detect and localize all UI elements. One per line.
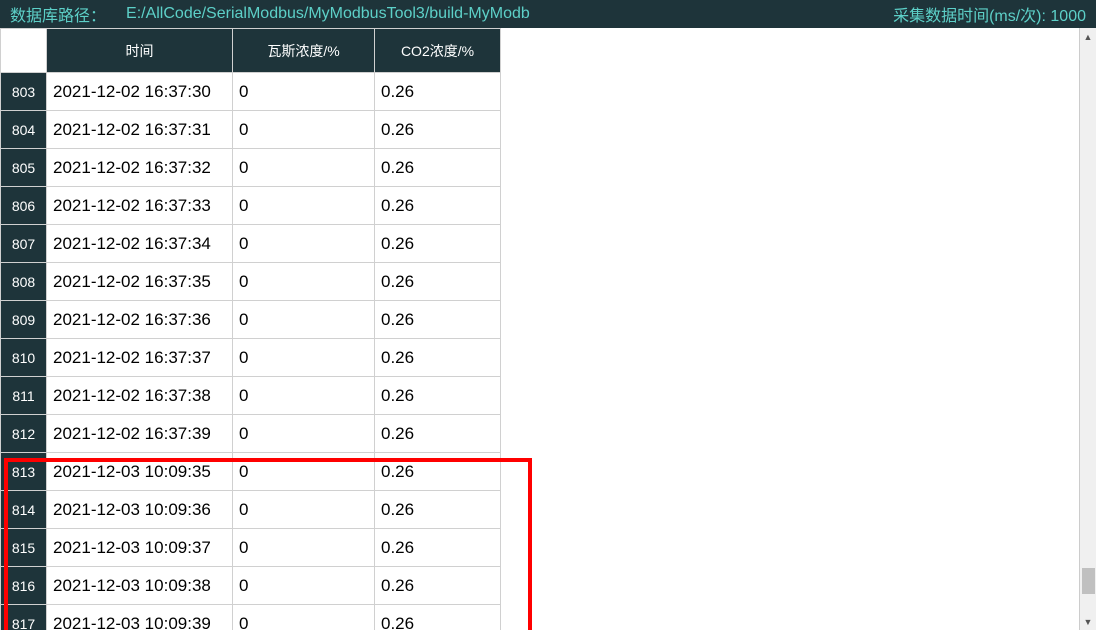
cell-time[interactable]: 2021-12-03 10:09:39 [47, 605, 233, 630]
interval-label-text: 采集数据时间(ms/次): [893, 8, 1046, 25]
header-bar: 数据库路径： E:/AllCode/SerialModbus/MyModbusT… [0, 0, 1096, 28]
row-number-cell[interactable]: 810 [1, 339, 47, 377]
cell-co2[interactable]: 0.26 [375, 187, 501, 225]
cell-gas[interactable]: 0 [233, 567, 375, 605]
cell-time[interactable]: 2021-12-02 16:37:31 [47, 111, 233, 149]
cell-gas[interactable]: 0 [233, 453, 375, 491]
table-row[interactable]: 8132021-12-03 10:09:3500.26 [1, 453, 501, 491]
scroll-up-arrow-icon[interactable]: ▲ [1080, 28, 1096, 45]
cell-time[interactable]: 2021-12-02 16:37:32 [47, 149, 233, 187]
cell-gas[interactable]: 0 [233, 187, 375, 225]
table-row[interactable]: 8142021-12-03 10:09:3600.26 [1, 491, 501, 529]
table-corner-cell [1, 29, 47, 73]
row-number-cell[interactable]: 806 [1, 187, 47, 225]
table-header-row: 时间 瓦斯浓度/% CO2浓度/% [1, 29, 501, 73]
cell-co2[interactable]: 0.26 [375, 377, 501, 415]
table-row[interactable]: 8032021-12-02 16:37:3000.26 [1, 73, 501, 111]
cell-co2[interactable]: 0.26 [375, 225, 501, 263]
row-number-cell[interactable]: 805 [1, 149, 47, 187]
cell-time[interactable]: 2021-12-02 16:37:35 [47, 263, 233, 301]
cell-time[interactable]: 2021-12-03 10:09:35 [47, 453, 233, 491]
row-number-cell[interactable]: 815 [1, 529, 47, 567]
cell-time[interactable]: 2021-12-02 16:37:34 [47, 225, 233, 263]
row-number-cell[interactable]: 817 [1, 605, 47, 630]
cell-co2[interactable]: 0.26 [375, 149, 501, 187]
cell-time[interactable]: 2021-12-02 16:37:36 [47, 301, 233, 339]
table-row[interactable]: 8042021-12-02 16:37:3100.26 [1, 111, 501, 149]
row-number-cell[interactable]: 804 [1, 111, 47, 149]
table-row[interactable]: 8082021-12-02 16:37:3500.26 [1, 263, 501, 301]
col-header-gas[interactable]: 瓦斯浓度/% [233, 29, 375, 73]
table-row[interactable]: 8152021-12-03 10:09:3700.26 [1, 529, 501, 567]
data-table: 时间 瓦斯浓度/% CO2浓度/% 8032021-12-02 16:37:30… [0, 28, 501, 630]
db-path-label: 数据库路径： [10, 2, 106, 26]
table-row[interactable]: 8102021-12-02 16:37:3700.26 [1, 339, 501, 377]
table-row[interactable]: 8072021-12-02 16:37:3400.26 [1, 225, 501, 263]
cell-gas[interactable]: 0 [233, 149, 375, 187]
cell-gas[interactable]: 0 [233, 301, 375, 339]
cell-gas[interactable]: 0 [233, 529, 375, 567]
cell-co2[interactable]: 0.26 [375, 301, 501, 339]
row-number-cell[interactable]: 803 [1, 73, 47, 111]
cell-time[interactable]: 2021-12-02 16:37:39 [47, 415, 233, 453]
table-row[interactable]: 8162021-12-03 10:09:3800.26 [1, 567, 501, 605]
interval-label: 采集数据时间(ms/次): 1000 [885, 2, 1086, 26]
table-row[interactable]: 8092021-12-02 16:37:3600.26 [1, 301, 501, 339]
cell-co2[interactable]: 0.26 [375, 73, 501, 111]
cell-gas[interactable]: 0 [233, 111, 375, 149]
row-number-cell[interactable]: 807 [1, 225, 47, 263]
vertical-scrollbar[interactable]: ▲ ▼ [1079, 28, 1096, 630]
cell-co2[interactable]: 0.26 [375, 567, 501, 605]
cell-gas[interactable]: 0 [233, 339, 375, 377]
row-number-cell[interactable]: 816 [1, 567, 47, 605]
cell-time[interactable]: 2021-12-03 10:09:38 [47, 567, 233, 605]
cell-co2[interactable]: 0.26 [375, 111, 501, 149]
row-number-cell[interactable]: 808 [1, 263, 47, 301]
cell-gas[interactable]: 0 [233, 73, 375, 111]
cell-gas[interactable]: 0 [233, 491, 375, 529]
cell-co2[interactable]: 0.26 [375, 491, 501, 529]
cell-time[interactable]: 2021-12-03 10:09:36 [47, 491, 233, 529]
db-path-value: E:/AllCode/SerialModbus/MyModbusTool3/bu… [126, 5, 530, 23]
cell-co2[interactable]: 0.26 [375, 529, 501, 567]
col-header-time[interactable]: 时间 [47, 29, 233, 73]
cell-gas[interactable]: 0 [233, 225, 375, 263]
table-row[interactable]: 8172021-12-03 10:09:3900.26 [1, 605, 501, 630]
cell-co2[interactable]: 0.26 [375, 263, 501, 301]
cell-time[interactable]: 2021-12-02 16:37:38 [47, 377, 233, 415]
col-header-co2[interactable]: CO2浓度/% [375, 29, 501, 73]
table-row[interactable]: 8122021-12-02 16:37:3900.26 [1, 415, 501, 453]
cell-co2[interactable]: 0.26 [375, 339, 501, 377]
row-number-cell[interactable]: 811 [1, 377, 47, 415]
scroll-thumb[interactable] [1082, 568, 1095, 594]
table-row[interactable]: 8112021-12-02 16:37:3800.26 [1, 377, 501, 415]
row-number-cell[interactable]: 814 [1, 491, 47, 529]
interval-value: 1000 [1050, 8, 1086, 25]
table-row[interactable]: 8062021-12-02 16:37:3300.26 [1, 187, 501, 225]
cell-co2[interactable]: 0.26 [375, 453, 501, 491]
cell-gas[interactable]: 0 [233, 377, 375, 415]
cell-gas[interactable]: 0 [233, 263, 375, 301]
scroll-down-arrow-icon[interactable]: ▼ [1080, 613, 1096, 630]
cell-gas[interactable]: 0 [233, 605, 375, 630]
cell-co2[interactable]: 0.26 [375, 605, 501, 630]
row-number-cell[interactable]: 809 [1, 301, 47, 339]
cell-co2[interactable]: 0.26 [375, 415, 501, 453]
row-number-cell[interactable]: 813 [1, 453, 47, 491]
cell-time[interactable]: 2021-12-02 16:37:33 [47, 187, 233, 225]
table-row[interactable]: 8052021-12-02 16:37:3200.26 [1, 149, 501, 187]
cell-time[interactable]: 2021-12-02 16:37:30 [47, 73, 233, 111]
cell-time[interactable]: 2021-12-02 16:37:37 [47, 339, 233, 377]
cell-gas[interactable]: 0 [233, 415, 375, 453]
data-table-area: 时间 瓦斯浓度/% CO2浓度/% 8032021-12-02 16:37:30… [0, 28, 1079, 630]
row-number-cell[interactable]: 812 [1, 415, 47, 453]
cell-time[interactable]: 2021-12-03 10:09:37 [47, 529, 233, 567]
